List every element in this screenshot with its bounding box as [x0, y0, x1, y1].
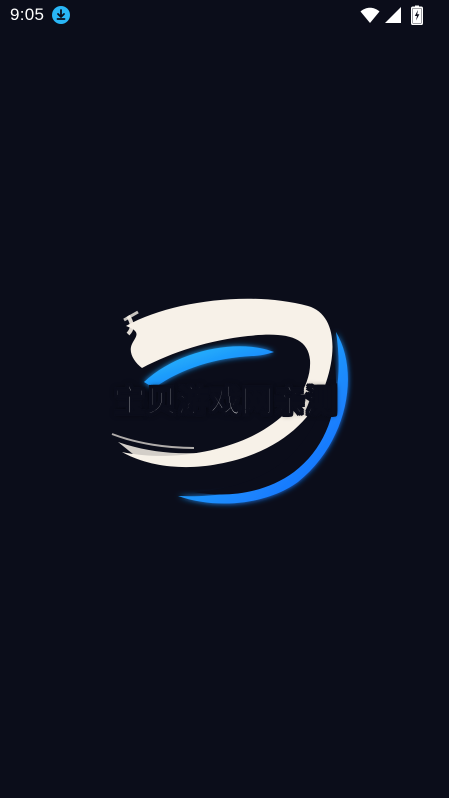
splash-title: 宝贝游戏网亲测 — [113, 383, 338, 420]
battery-charging-icon — [411, 5, 423, 25]
splash-screen: 宝贝游戏网亲测 — [98, 292, 354, 514]
wifi-icon — [360, 7, 380, 23]
download-icon — [52, 6, 70, 24]
status-bar: 9:05 — [0, 0, 449, 32]
signal-icon — [385, 7, 401, 23]
status-time: 9:05 — [10, 5, 45, 24]
